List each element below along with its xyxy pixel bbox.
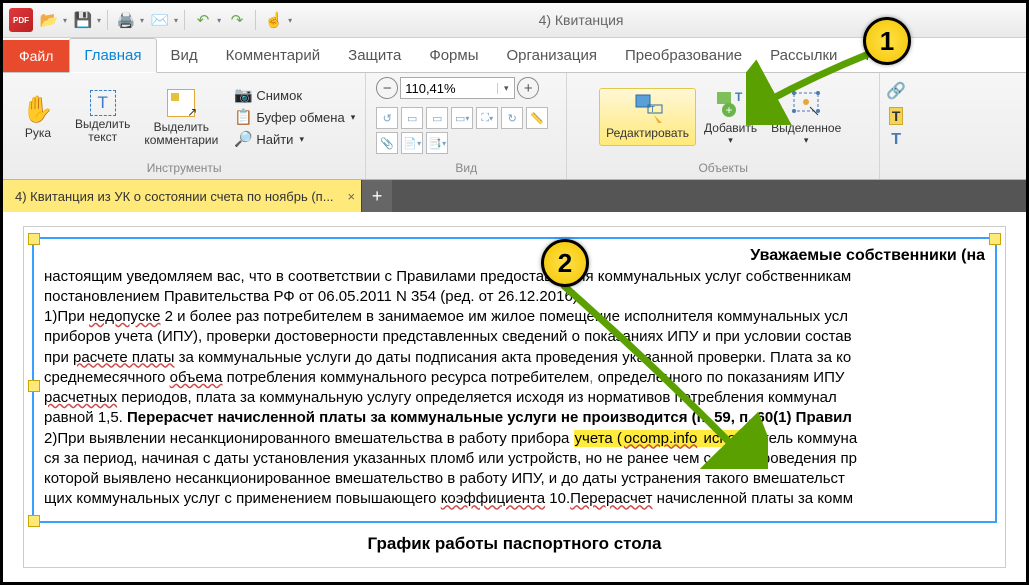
tab-organize[interactable]: Организация <box>493 39 611 72</box>
select-comments-icon: ↗ <box>165 87 197 119</box>
hand-button[interactable]: ✋ Рука <box>9 89 67 144</box>
doc-line: среднемесячного объема потребления комму… <box>44 368 985 388</box>
print-icon[interactable]: 🖨️ <box>114 8 138 32</box>
view-fit-page-icon[interactable]: ▭ <box>401 107 423 129</box>
add-label: Добавить <box>704 122 757 135</box>
edit-button[interactable]: T Редактировать <box>599 88 696 145</box>
document-viewport[interactable]: Уважаемые собственники (на настоящим уве… <box>3 212 1026 585</box>
select-text-button[interactable]: T Выделить текст <box>69 86 136 148</box>
tab-view[interactable]: Вид <box>157 39 212 72</box>
selected-icon <box>790 88 822 120</box>
add-icon: T+ <box>715 88 747 120</box>
extra-icon-1[interactable]: 🔗 <box>886 81 906 101</box>
find-button[interactable]: 🔎Найти▾ <box>230 129 359 149</box>
tab-comment[interactable]: Комментарий <box>212 39 334 72</box>
camera-icon: 📷 <box>234 86 252 104</box>
tab-file[interactable]: Файл <box>3 40 69 72</box>
group-objects: T Редактировать T+ Добавить ▾ Выделенное <box>567 73 880 179</box>
group-view: − ▾ + ↺ ▭ ▭ ▭▾ ⛶▾ ↻ 📏 📎 📄▾ <box>366 73 567 179</box>
view-readmode-icon[interactable]: 📑▾ <box>426 132 448 154</box>
doc-line: 1)При недопуске 2 и более раз потребител… <box>44 307 985 327</box>
view-clip-icon[interactable]: 📎 <box>376 132 398 154</box>
doc-line: настоящим уведомляем вас, что в соответс… <box>44 267 985 287</box>
new-tab-button[interactable]: + <box>361 180 392 212</box>
doc-line: ся за период, начиная с даты установлени… <box>44 449 985 469</box>
view-fullscreen-icon[interactable]: ⛶▾ <box>476 107 498 129</box>
doc-headline: Уважаемые собственники (на <box>44 245 985 267</box>
view-ruler-icon[interactable]: 📏 <box>526 107 548 129</box>
view-fit-width-icon[interactable]: ▭ <box>426 107 448 129</box>
tab-forms[interactable]: Формы <box>415 39 492 72</box>
doc-line: постановлением Правительства РФ от 06.05… <box>44 287 985 307</box>
view-rotate-right-icon[interactable]: ↻ <box>501 107 523 129</box>
group-objects-name: Объекты <box>698 159 748 177</box>
find-label: Найти <box>256 132 293 147</box>
group-extra: 🔗 T T <box>880 73 912 179</box>
app-title: 4) Квитанция <box>296 12 866 28</box>
text-cursor-icon: T <box>90 90 116 116</box>
doc-line: щих коммунальных услуг с применением пов… <box>44 489 985 509</box>
touch-icon[interactable]: ☝ <box>262 8 286 32</box>
view-doc-icon[interactable]: 📄▾ <box>401 132 423 154</box>
edit-label: Редактировать <box>606 127 689 140</box>
zoom-combo[interactable]: ▾ <box>400 77 515 99</box>
zoom-in-button[interactable]: + <box>517 77 539 99</box>
group-tools: ✋ Рука T Выделить текст ↗ Выделить комме… <box>3 73 366 179</box>
document-tab[interactable]: 4) Квитанция из УК о состоянии счета по … <box>3 180 361 212</box>
clipboard-label: Буфер обмена <box>256 110 344 125</box>
svg-text:T: T <box>735 90 743 104</box>
save-icon[interactable]: 💾 <box>71 8 95 32</box>
doc-line: при расчете платы за коммунальные услуги… <box>44 348 985 368</box>
doc-line: приборов учета (ИПУ), проверки достоверн… <box>44 327 985 347</box>
pdf-icon: PDF <box>9 8 33 32</box>
svg-text:+: + <box>725 103 732 117</box>
group-tools-name: Инструменты <box>147 159 222 177</box>
snapshot-label: Снимок <box>256 88 302 103</box>
tab-protect[interactable]: Защита <box>334 39 415 72</box>
group-view-name: Вид <box>455 159 477 177</box>
document-tab-strip: 4) Квитанция из УК о состоянии счета по … <box>3 180 1026 212</box>
open-icon[interactable]: 📂 <box>37 8 61 32</box>
ribbon: ✋ Рука T Выделить текст ↗ Выделить комме… <box>3 73 1026 180</box>
marker-2: 2 <box>541 239 589 287</box>
select-text-label: Выделить текст <box>75 118 130 144</box>
edit-icon: T <box>632 93 664 125</box>
extra-icon-3[interactable]: T <box>891 131 901 149</box>
doc-line: которой выявлено несанкционированное вме… <box>44 469 985 489</box>
tab-convert[interactable]: Преобразование <box>611 39 756 72</box>
selected-label: Выделенное <box>771 122 841 135</box>
extra-icon-2[interactable]: T <box>889 107 904 125</box>
document-tab-close[interactable]: × <box>348 189 356 204</box>
add-button[interactable]: T+ Добавить ▾ <box>698 84 763 150</box>
edit-textbox[interactable]: Уважаемые собственники (на настоящим уве… <box>32 237 997 523</box>
select-comments-button[interactable]: ↗ Выделить комментарии <box>138 83 224 151</box>
select-comments-label: Выделить комментарии <box>144 121 218 147</box>
snapshot-button[interactable]: 📷 Снимок <box>230 85 359 105</box>
zoom-dropdown[interactable]: ▾ <box>497 83 514 94</box>
hand-icon: ✋ <box>22 93 54 125</box>
email-icon[interactable]: ✉️ <box>148 8 172 32</box>
selected-button[interactable]: Выделенное ▾ <box>765 84 847 150</box>
hand-label: Рука <box>25 127 51 140</box>
doc-line: равной 1,5. Перерасчет начисленной платы… <box>44 408 985 428</box>
search-icon: 🔎 <box>234 130 252 148</box>
zoom-out-button[interactable]: − <box>376 77 398 99</box>
doc-line: расчетных периодов, плата за коммунальну… <box>44 388 985 408</box>
view-rotate-left-icon[interactable]: ↺ <box>376 107 398 129</box>
view-actual-size-icon[interactable]: ▭▾ <box>451 107 473 129</box>
clipboard-icon: 📋 <box>234 108 252 126</box>
undo-icon[interactable]: ↶ <box>191 8 215 32</box>
tab-mail[interactable]: Рассылки <box>756 39 851 72</box>
doc-line: 2)При выявлении несанкционированного вме… <box>44 429 985 449</box>
doc-footer: График работы паспортного стола <box>32 533 997 556</box>
tab-home[interactable]: Главная <box>69 38 156 73</box>
marker-1: 1 <box>863 17 911 65</box>
page: Уважаемые собственники (на настоящим уве… <box>23 226 1006 568</box>
redo-icon[interactable]: ↷ <box>225 8 249 32</box>
zoom-input[interactable] <box>401 81 497 96</box>
svg-text:T: T <box>650 105 655 114</box>
document-tab-name: 4) Квитанция из УК о состоянии счета по … <box>15 189 334 204</box>
clipboard-button[interactable]: 📋Буфер обмена▾ <box>230 107 359 127</box>
